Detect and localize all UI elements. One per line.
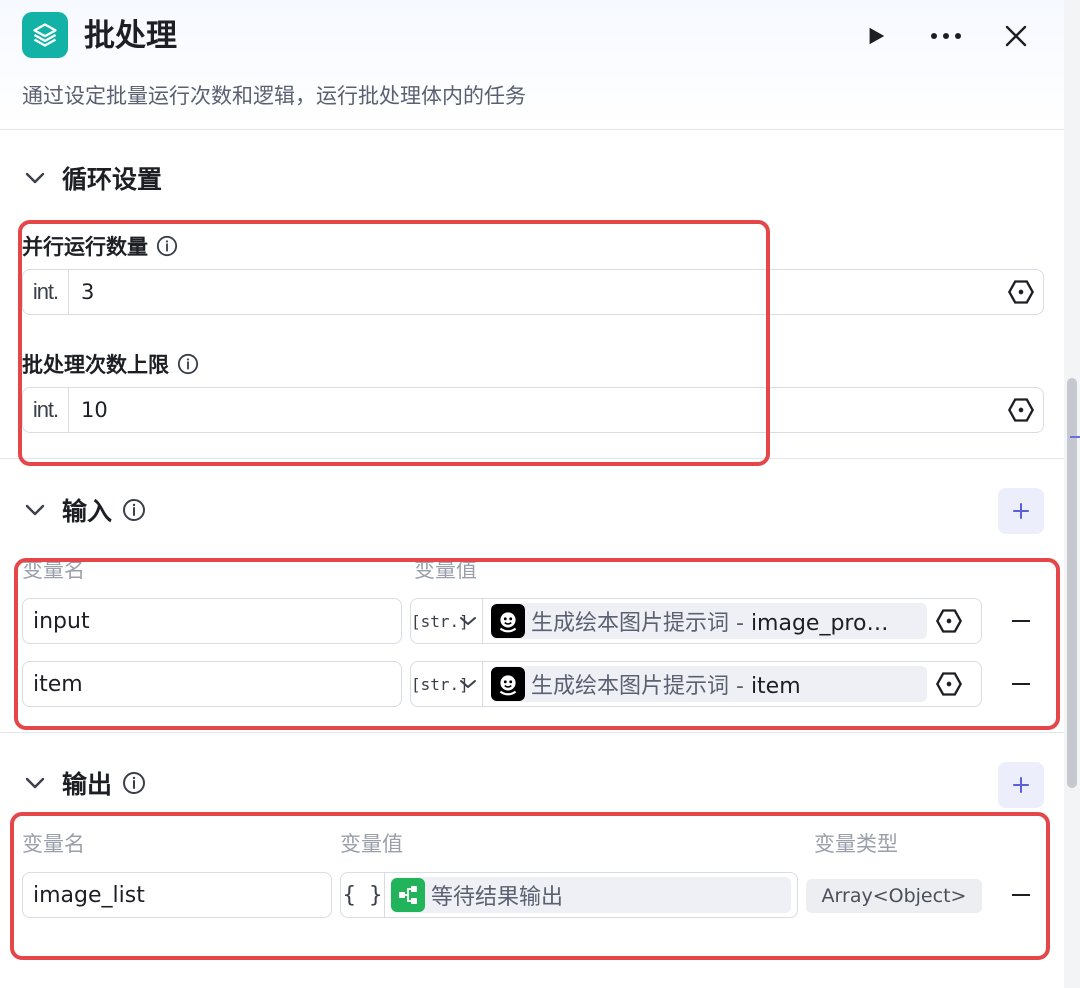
remove-output-button[interactable]	[1003, 877, 1039, 913]
column-header-value: 变量值	[414, 558, 477, 582]
type-tag: int.	[23, 388, 69, 432]
info-icon[interactable]	[177, 353, 199, 375]
chevron-down-icon	[22, 497, 48, 523]
column-header-name: 变量名	[22, 832, 85, 856]
variable-ref-icon[interactable]	[927, 662, 971, 706]
divider	[0, 458, 1064, 459]
batch-limit-label: 批处理次数上限	[22, 348, 199, 380]
minus-icon	[1012, 894, 1030, 896]
scrollbar-thumb[interactable]	[1067, 378, 1077, 788]
parallel-count-value[interactable]: 3	[81, 280, 999, 304]
info-icon[interactable]	[122, 771, 146, 795]
section-title: 输入	[62, 497, 113, 526]
layers-icon	[22, 12, 68, 58]
robot-icon	[491, 604, 525, 638]
variable-ref-icon[interactable]	[999, 270, 1043, 314]
chevron-down-icon[interactable]	[453, 662, 483, 706]
info-icon[interactable]	[156, 235, 178, 257]
run-button[interactable]	[854, 14, 898, 58]
column-header-name: 变量名	[22, 558, 85, 582]
chevron-down-icon[interactable]	[453, 599, 483, 643]
variable-value-input[interactable]: { } 等待结果输出	[340, 872, 798, 918]
remove-input-button[interactable]	[1003, 603, 1039, 639]
variable-name-input[interactable]: input	[22, 598, 402, 644]
scroll-marker	[1070, 436, 1080, 438]
variable-value-input[interactable]: [str.] 生成绘本图片提示词 - item	[410, 661, 982, 707]
column-header-value: 变量值	[340, 832, 403, 856]
section-title: 输出	[62, 770, 113, 799]
reference-pill[interactable]: 生成绘本图片提示词 - image_pro…	[491, 603, 927, 639]
panel-header: 批处理 通过设定批量运行次数和逻辑，运行批处理体内的任务	[0, 0, 1064, 130]
plus-icon	[1013, 503, 1029, 519]
reference-field: image_pro…	[750, 611, 889, 636]
minus-icon	[1012, 683, 1030, 685]
parallel-count-input[interactable]: int. 3	[22, 269, 1044, 315]
reference-text: 生成绘本图片提示词 - image_pro…	[531, 605, 888, 637]
batch-panel: 批处理 通过设定批量运行次数和逻辑，运行批处理体内的任务 循环设置 并行运行数量…	[0, 0, 1064, 988]
more-icon	[931, 33, 961, 39]
minus-icon	[1012, 620, 1030, 622]
reference-text: 生成绘本图片提示词 - item	[531, 668, 801, 700]
object-type-tag: { }	[341, 873, 385, 917]
parallel-label: 并行运行数量	[22, 230, 178, 262]
page-title: 批处理	[84, 18, 177, 54]
reference-field: item	[750, 674, 801, 699]
panel-description: 通过设定批量运行次数和逻辑，运行批处理体内的任务	[22, 84, 526, 108]
divider	[0, 732, 1064, 733]
parallel-label-text: 并行运行数量	[22, 235, 148, 259]
reference-pill[interactable]: 生成绘本图片提示词 - item	[491, 666, 927, 702]
variable-name-input[interactable]: image_list	[22, 872, 332, 918]
reference-source: 生成绘本图片提示词 -	[531, 674, 751, 699]
type-tag: int.	[23, 270, 69, 314]
remove-input-button[interactable]	[1003, 666, 1039, 702]
robot-icon	[491, 667, 525, 701]
reference-pill[interactable]: 等待结果输出	[391, 877, 791, 913]
variable-value-input[interactable]: [str.] 生成绘本图片提示词 - image_pro…	[410, 598, 982, 644]
type-tag: [str.]	[411, 611, 469, 631]
output-section-header[interactable]: 输出	[22, 763, 146, 803]
info-icon[interactable]	[122, 498, 146, 522]
section-title: 循环设置	[62, 165, 163, 194]
workflow-icon	[391, 878, 425, 912]
type-tag: [str.]	[411, 674, 469, 694]
batch-limit-input[interactable]: int. 10	[22, 387, 1044, 433]
play-icon	[869, 27, 885, 45]
variable-ref-icon[interactable]	[999, 388, 1043, 432]
input-section-header[interactable]: 输入	[22, 490, 146, 530]
close-icon	[1005, 25, 1027, 47]
plus-icon	[1013, 777, 1029, 793]
column-header-type: 变量类型	[814, 832, 898, 856]
close-button[interactable]	[994, 14, 1038, 58]
loop-settings-header[interactable]: 循环设置	[22, 158, 162, 198]
chevron-down-icon	[22, 165, 48, 191]
add-output-button[interactable]	[998, 762, 1044, 808]
variable-type-badge: Array<Object>	[806, 879, 982, 913]
batch-limit-label-text: 批处理次数上限	[22, 353, 169, 377]
batch-limit-value[interactable]: 10	[81, 398, 999, 422]
reference-source: 生成绘本图片提示词 -	[531, 611, 751, 636]
chevron-down-icon	[22, 770, 48, 796]
variable-ref-icon[interactable]	[927, 599, 971, 643]
variable-name-input[interactable]: item	[22, 661, 402, 707]
add-input-button[interactable]	[998, 488, 1044, 534]
more-button[interactable]	[924, 14, 968, 58]
reference-text: 等待结果输出	[431, 885, 564, 910]
